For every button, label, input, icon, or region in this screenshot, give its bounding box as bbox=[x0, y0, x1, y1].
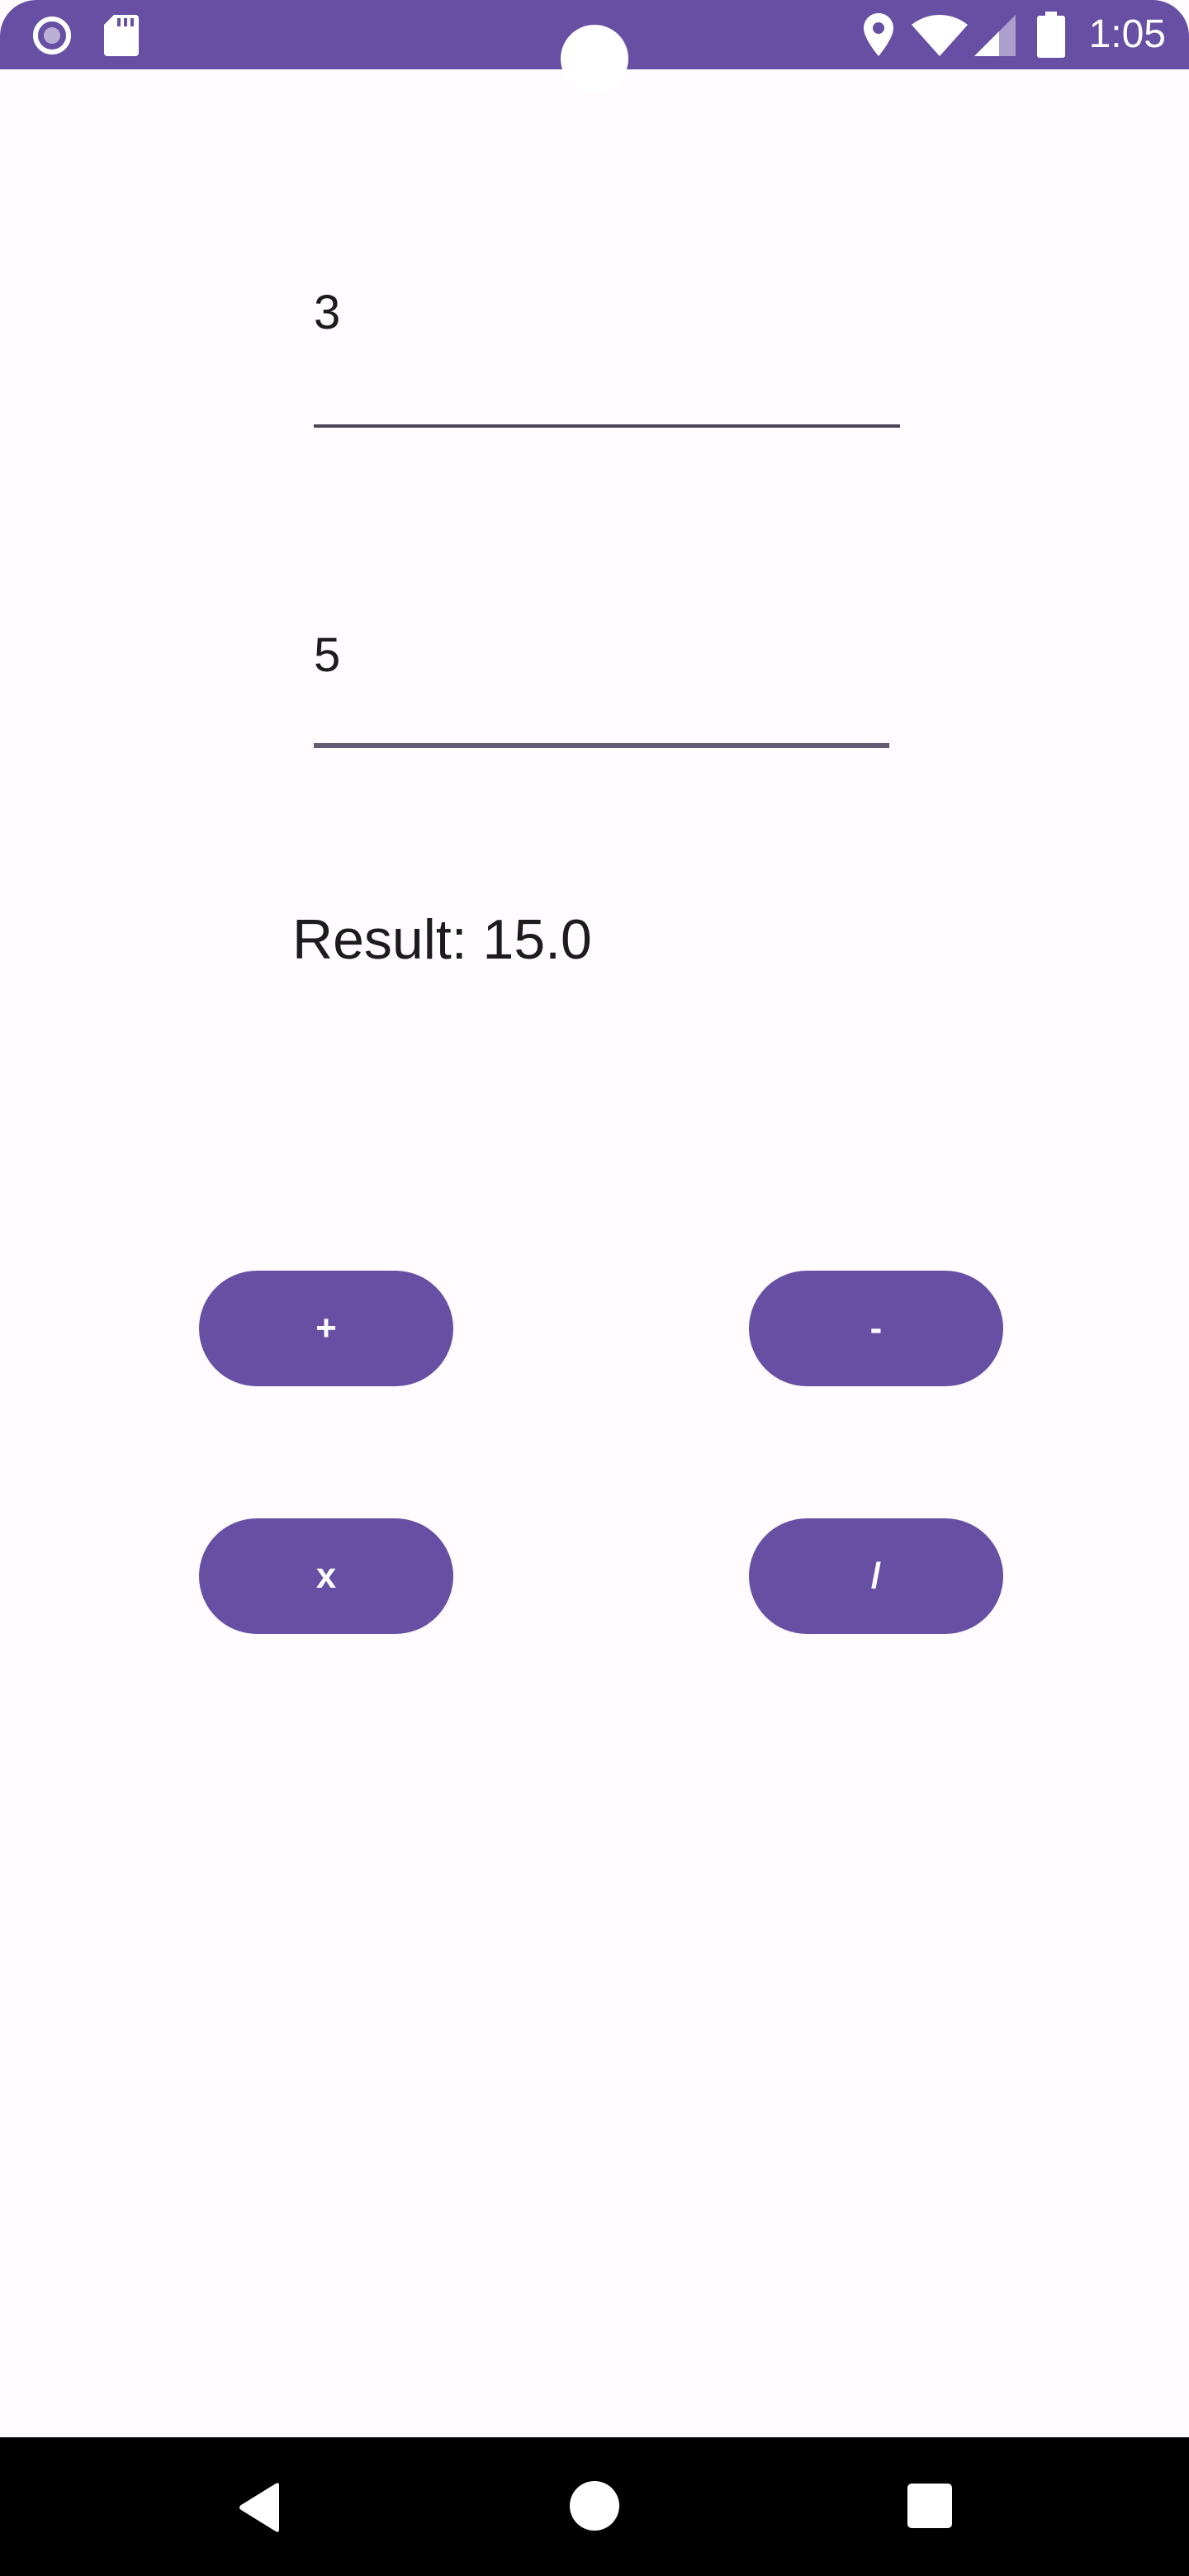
result-text: Result: 15.0 bbox=[292, 908, 592, 971]
battery-icon bbox=[1037, 12, 1065, 58]
recents-icon[interactable] bbox=[907, 2484, 952, 2528]
add-button[interactable]: + bbox=[199, 1271, 453, 1386]
second-number-underline bbox=[314, 743, 889, 748]
camera-cutout bbox=[561, 25, 628, 92]
status-time: 1:05 bbox=[1088, 12, 1166, 56]
first-number-field[interactable]: 3 bbox=[314, 285, 900, 429]
second-number-value[interactable]: 5 bbox=[314, 627, 340, 684]
home-icon[interactable] bbox=[569, 2480, 620, 2531]
navigation-bar bbox=[0, 2437, 1189, 2576]
multiply-button[interactable]: x bbox=[199, 1518, 453, 1634]
status-bar: 1:05 bbox=[0, 0, 1189, 92]
screen-record-icon bbox=[33, 17, 71, 54]
cellular-signal-icon bbox=[974, 15, 1016, 56]
first-number-underline bbox=[314, 424, 900, 428]
subtract-button[interactable]: - bbox=[749, 1271, 1003, 1386]
back-icon[interactable] bbox=[236, 2482, 282, 2533]
second-number-field[interactable]: 5 bbox=[314, 627, 889, 751]
location-icon bbox=[864, 13, 893, 56]
sd-card-icon bbox=[104, 15, 139, 56]
divide-button[interactable]: / bbox=[749, 1518, 1003, 1634]
first-number-value[interactable]: 3 bbox=[314, 285, 340, 341]
wifi-icon bbox=[912, 15, 968, 56]
